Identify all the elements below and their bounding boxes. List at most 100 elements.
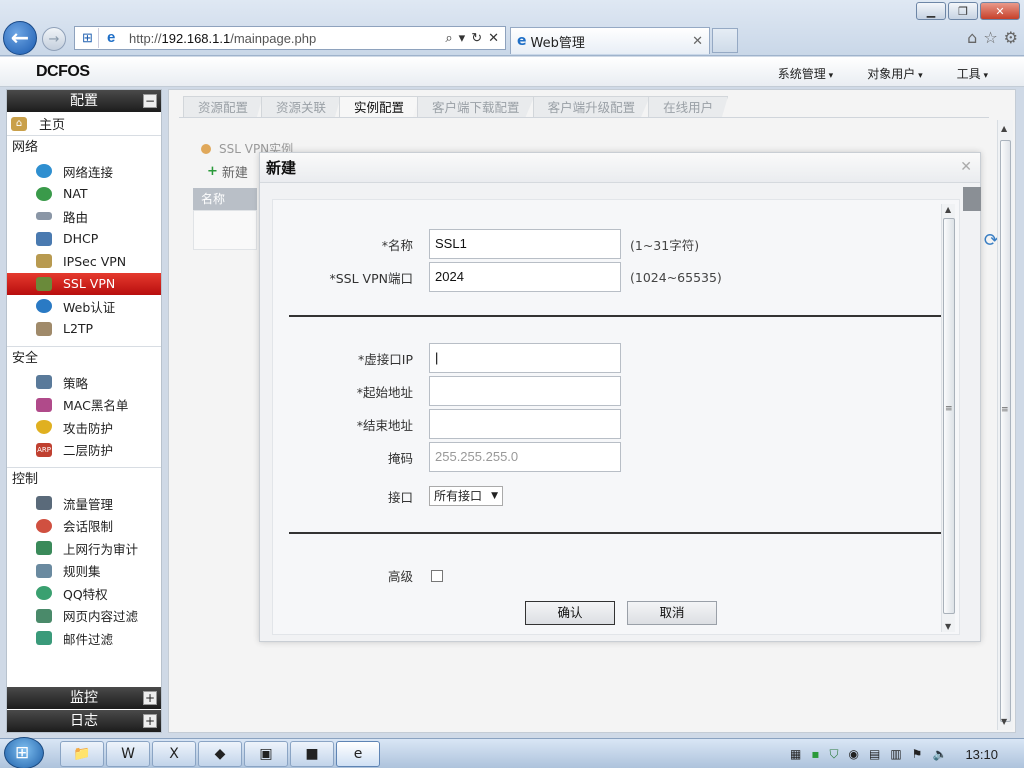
scroll-down-icon[interactable]: ▼ <box>945 622 951 631</box>
scroll-down-icon[interactable]: ▼ <box>1001 717 1007 726</box>
browser-tab[interactable]: e Web管理 ✕ <box>510 27 710 54</box>
sidebar-item-web-filter[interactable]: 网页内容过滤 <box>7 605 161 628</box>
remote-desktop-taskbar-icon[interactable]: ▣ <box>244 741 288 767</box>
compatibility-view-icon[interactable]: ⊞ <box>77 28 99 48</box>
scroll-thumb[interactable] <box>1000 140 1011 722</box>
minimize-button[interactable]: ▁ <box>916 2 946 20</box>
sidebar-item-nat[interactable]: NAT <box>7 183 161 206</box>
sidebar-item-qq-privilege[interactable]: QQ特权 <box>7 582 161 605</box>
system-tray: ▦ ▪ ⛉ ◉ ▤ ▥ ⚑ 🔈 13:10 <box>784 739 1024 768</box>
tab-close-icon[interactable]: ✕ <box>692 34 703 49</box>
end-address-input[interactable] <box>429 409 621 439</box>
favorites-star-icon[interactable]: ☆ <box>983 28 997 47</box>
top-menu: 系统管理 对象用户 工具 <box>778 65 988 82</box>
tab-instance-config[interactable]: 实例配置 <box>339 96 420 118</box>
sidebar-item-ipsec-vpn[interactable]: IPSec VPN <box>7 250 161 273</box>
sidebar-item-behavior-audit[interactable]: 上网行为审计 <box>7 537 161 560</box>
flag-icon[interactable]: ⚑ <box>912 747 923 761</box>
confirm-button[interactable]: 确认 <box>525 601 615 625</box>
port-input[interactable]: 2024 <box>429 262 621 292</box>
new-button[interactable]: + 新建 <box>207 162 248 181</box>
clipboard-icon[interactable]: ▤ <box>869 747 880 761</box>
grid-header-name[interactable]: 名称 <box>193 188 257 210</box>
sidebar-item-attack-defense[interactable]: 攻击防护 <box>7 416 161 439</box>
tab-resource-association[interactable]: 资源关联 <box>261 96 342 118</box>
advanced-checkbox[interactable] <box>431 569 443 582</box>
sidebar-item-policy[interactable]: 策略 <box>7 371 161 394</box>
back-button[interactable]: ← <box>3 21 37 55</box>
end-address-label: *结束地址 <box>356 417 413 433</box>
tab-online-users[interactable]: 在线用户 <box>648 96 729 118</box>
sidebar-item-traffic-mgmt[interactable]: 流量管理 <box>7 492 161 515</box>
menu-system-admin[interactable]: 系统管理 <box>778 65 833 82</box>
sidebar-item-layer2-defense[interactable]: ARP 二层防护 <box>7 439 161 462</box>
network-status-icon[interactable]: ▥ <box>890 747 901 761</box>
sidebar-item-web-auth[interactable]: Web认证 <box>7 295 161 318</box>
sidebar-section-monitor[interactable]: 监控 + <box>7 687 161 709</box>
network-icon[interactable]: ▪ <box>811 747 819 761</box>
explorer-taskbar-icon[interactable]: 📁 <box>60 741 104 767</box>
sidebar-item-l2tp[interactable]: L2TP <box>7 318 161 341</box>
search-icon[interactable]: ⌕ <box>445 30 452 46</box>
scroll-thumb[interactable] <box>943 218 955 614</box>
clock[interactable]: 13:10 <box>965 747 998 762</box>
interface-select[interactable]: 所有接口 <box>429 486 503 506</box>
home-icon[interactable]: ⌂ <box>967 28 977 47</box>
web-auth-icon <box>36 299 52 314</box>
stop-icon[interactable]: ✕ <box>488 30 499 46</box>
sidebar-item-network-connection[interactable]: 网络连接 <box>7 160 161 183</box>
update-icon[interactable]: ◉ <box>849 747 859 761</box>
start-address-input[interactable] <box>429 376 621 406</box>
sidebar-item-mail-filter[interactable]: 邮件过滤 <box>7 627 161 650</box>
dialog-scrollbar[interactable]: ▲ ≡ ▼ <box>941 204 955 632</box>
volume-icon[interactable]: 🔈 <box>932 747 947 761</box>
cancel-button[interactable]: 取消 <box>627 601 717 625</box>
word-taskbar-icon[interactable]: W <box>106 741 150 767</box>
close-window-button[interactable]: ✕ <box>980 2 1020 20</box>
app-taskbar-icon[interactable]: ◆ <box>198 741 242 767</box>
gear-icon[interactable]: ⚙ <box>1004 28 1018 47</box>
sidebar-section-log[interactable]: 日志 + <box>7 710 161 732</box>
sidebar-item-route[interactable]: 路由 <box>7 205 161 228</box>
sidebar-item-dhcp[interactable]: DHCP <box>7 228 161 251</box>
app2-taskbar-icon[interactable]: ■ <box>290 741 334 767</box>
refresh-icon[interactable]: ↻ <box>471 30 482 46</box>
expand-icon[interactable]: + <box>143 714 157 728</box>
close-icon[interactable]: ✕ <box>960 159 972 175</box>
menu-object-user[interactable]: 对象用户 <box>867 65 922 82</box>
add-icon: + <box>207 164 218 179</box>
dropdown-arrow-icon[interactable]: ▾ <box>459 30 466 46</box>
ie-taskbar-icon[interactable]: e <box>336 741 380 767</box>
sidebar-item-ssl-vpn[interactable]: SSL VPN <box>7 272 161 295</box>
new-tab-button[interactable] <box>712 28 738 53</box>
excel-taskbar-icon[interactable]: X <box>152 741 196 767</box>
sidebar-item-mac-blacklist[interactable]: MAC黑名单 <box>7 394 161 417</box>
mask-input[interactable]: 255.255.255.0 <box>429 442 621 472</box>
policy-icon <box>36 375 52 390</box>
address-bar[interactable]: ⊞ e http://192.168.1.1/mainpage.php ⌕ ▾ … <box>74 26 506 50</box>
menu-tools[interactable]: 工具 <box>957 65 988 82</box>
page-scrollbar[interactable]: ▲ ≡ ▼ <box>997 120 1013 730</box>
tab-client-download-config[interactable]: 客户端下载配置 <box>417 96 535 118</box>
scroll-up-icon[interactable]: ▲ <box>1001 124 1007 133</box>
tab-resource-config[interactable]: 资源配置 <box>183 96 264 118</box>
sidebar-item-session-limit[interactable]: 会话限制 <box>7 515 161 538</box>
sidebar-item-ruleset[interactable]: 规则集 <box>7 560 161 583</box>
collapse-icon[interactable]: − <box>143 94 157 108</box>
shield-tray-icon[interactable]: ⛉ <box>829 747 838 762</box>
start-button[interactable] <box>4 737 44 768</box>
dialog-body: *名称 SSL1 (1~31字符) *SSL VPN端口 2024 (1024~… <box>272 199 960 635</box>
virtual-ip-input[interactable] <box>429 343 621 373</box>
sidebar-group-label: 控制 <box>12 472 39 487</box>
film-icon[interactable]: ▦ <box>790 747 801 761</box>
sidebar-item-home[interactable]: ⌂ 主页 <box>7 112 161 136</box>
row-end-address: *结束地址 <box>273 409 621 439</box>
forward-button[interactable]: → <box>42 27 66 51</box>
scroll-up-icon[interactable]: ▲ <box>945 205 951 214</box>
sidebar-section-config[interactable]: 配置 − <box>7 90 161 112</box>
expand-icon[interactable]: + <box>143 691 157 705</box>
name-input[interactable]: SSL1 <box>429 229 621 259</box>
url-text[interactable]: http://192.168.1.1/mainpage.php <box>129 31 445 46</box>
restore-button[interactable]: ❐ <box>948 2 978 20</box>
tab-client-upgrade-config[interactable]: 客户端升级配置 <box>532 96 651 118</box>
